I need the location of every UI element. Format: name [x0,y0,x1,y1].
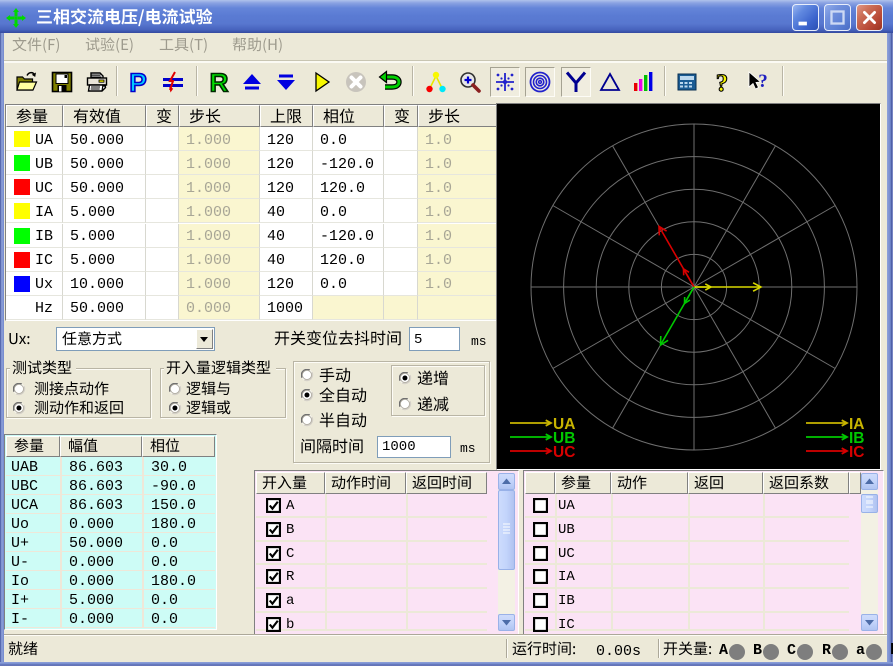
svg-text:P: P [129,70,146,94]
svg-text:?: ? [716,70,729,94]
svg-text:?: ? [758,71,768,92]
svg-text:R: R [210,70,229,94]
svg-text:UC: UC [553,444,575,461]
svg-text:IC: IC [849,444,865,461]
